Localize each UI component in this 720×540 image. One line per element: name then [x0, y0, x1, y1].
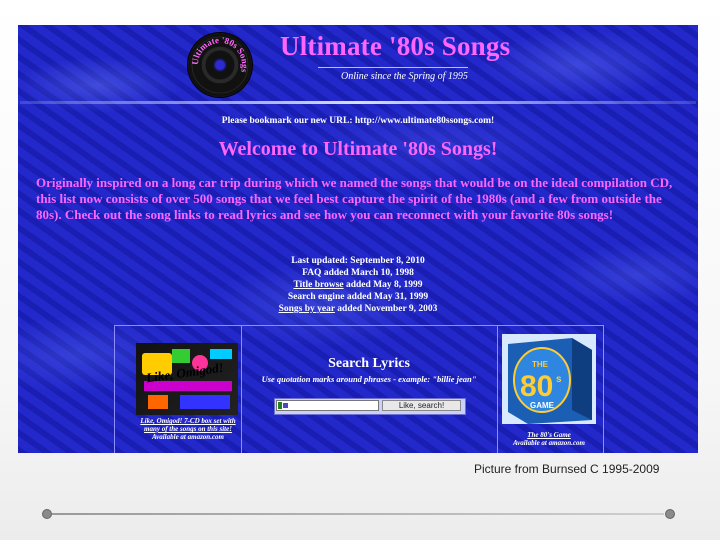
update-log: Last updated: September 8, 2010 FAQ adde… — [18, 255, 698, 315]
search-input[interactable] — [276, 400, 379, 411]
game-label-the: THE — [532, 360, 549, 369]
songs-by-year-link[interactable]: Songs by year — [279, 304, 335, 314]
logo-record-icon: Ultimate '80s Songs — [190, 35, 250, 94]
title-browse-date: added May 8, 1999 — [343, 280, 423, 290]
game-caption-line2: Available at amazon.com — [512, 439, 585, 447]
title-divider — [318, 67, 468, 68]
search-lyrics-title: Search Lyrics — [328, 356, 410, 371]
website-screenshot: Ultimate '80s Songs Ultimate '80s Songs … — [18, 25, 698, 453]
cd-art-orange — [148, 395, 168, 409]
site-logo[interactable]: Ultimate '80s Songs — [188, 33, 252, 97]
cd-caption-line3: Available at amazon.com — [151, 433, 224, 441]
game-label-s: s — [556, 374, 562, 385]
songs-by-year-date: added November 9, 2003 — [334, 304, 438, 314]
game-caption-line1[interactable]: The 80's Game — [496, 431, 602, 439]
slide-bullet-left — [42, 509, 52, 519]
cd-caption-line1[interactable]: Like, Omigod! 7-CD box set with — [136, 417, 240, 425]
title-browse-link[interactable]: Title browse — [294, 280, 344, 290]
title-browse-update: Title browse added May 8, 1999 — [18, 279, 698, 291]
game-label-80: 80 — [520, 370, 553, 403]
game-box-icon: THE 80 s GAME — [502, 334, 596, 424]
search-engine-update: Search engine added May 31, 1999 — [287, 292, 429, 302]
search-engine-logo-icon — [277, 401, 289, 410]
game-label-game: GAME — [530, 401, 555, 410]
slide-footer-line — [52, 513, 664, 515]
search-button[interactable]: Like, search! — [382, 400, 461, 411]
cd-art-blue — [180, 395, 230, 409]
cd-art-cyan — [210, 349, 232, 359]
site-title: Ultimate '80s Songs — [280, 31, 511, 61]
welcome-heading: Welcome to Ultimate '80s Songs! — [218, 138, 498, 160]
faq-update: FAQ added March 10, 1998 — [302, 268, 414, 278]
intro-paragraph: Originally inspired on a long car trip d… — [36, 175, 673, 222]
songs-by-year-update: Songs by year added November 9, 2003 — [18, 303, 698, 315]
panel-divider-left — [241, 326, 242, 453]
slide-bullet-right — [665, 509, 675, 519]
game-caption: The 80's Game Available at amazon.com — [496, 431, 602, 447]
cd-art-green — [172, 349, 190, 363]
search-hint: Use quotation marks around phrases - exa… — [261, 374, 477, 384]
cd-caption-line2[interactable]: many of the songs on this site! — [136, 425, 240, 433]
horizontal-rule — [20, 101, 696, 104]
image-credit: Picture from Burnsed C 1995-2009 — [474, 462, 660, 476]
site-tagline: Online since the Spring of 1995 — [341, 71, 468, 82]
80s-game-image[interactable]: THE 80 s GAME — [502, 334, 596, 424]
last-updated: Last updated: September 8, 2010 — [291, 256, 425, 266]
cd-caption: Like, Omigod! 7-CD box set with many of … — [136, 417, 240, 441]
cd-box-set-image[interactable]: Like, Omigod! — [136, 343, 238, 415]
bookmark-notice: Please bookmark our new URL: http://www.… — [221, 116, 495, 126]
